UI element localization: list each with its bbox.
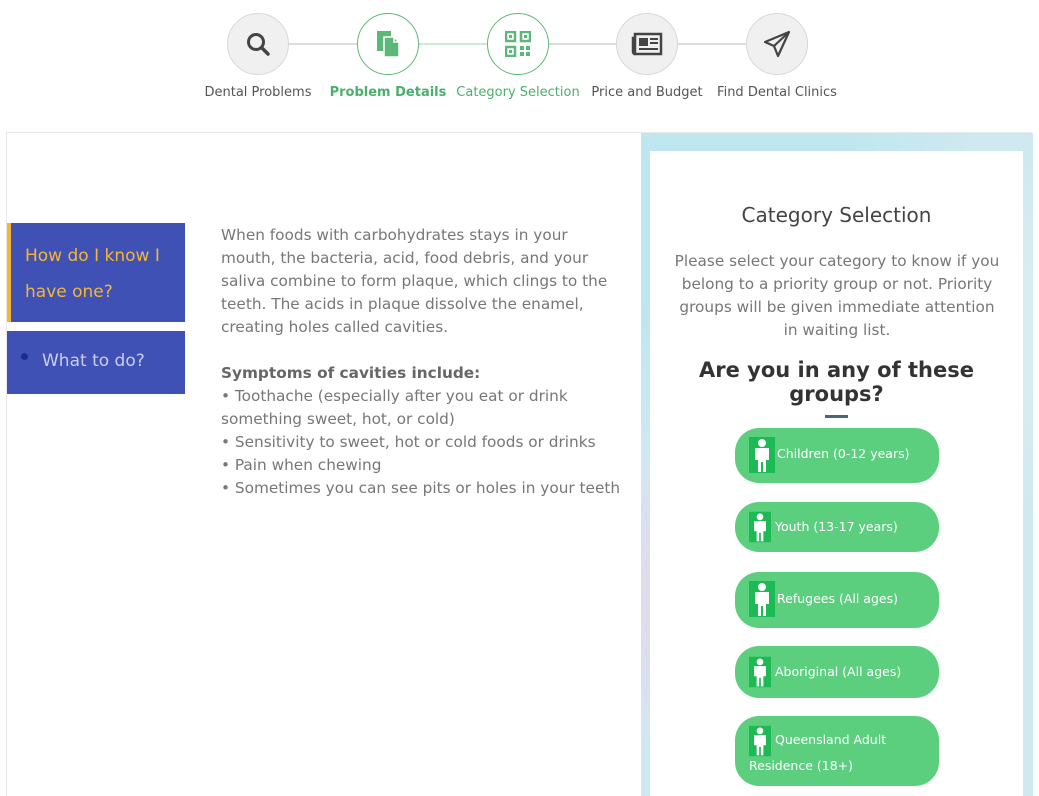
description-text: When foods with carbohydrates stays in y… — [221, 224, 621, 500]
tab-label: What to do? — [42, 351, 145, 371]
symptom-item: • Toothache (especially after you eat or… — [221, 387, 568, 428]
person-icon — [749, 437, 775, 473]
step-dental-problems[interactable]: Dental Problems — [183, 13, 333, 100]
panel-title: Category Selection — [741, 203, 932, 227]
step-price-budget[interactable]: Price and Budget — [572, 13, 722, 100]
step-circle — [616, 13, 678, 75]
qr-code-icon — [505, 31, 531, 57]
document-icon — [377, 31, 400, 58]
step-label: Find Dental Clinics — [717, 85, 837, 100]
panel-question: Are you in any of these groups? — [699, 358, 974, 406]
step-label: Problem Details — [329, 85, 447, 100]
paper-plane-icon — [763, 30, 791, 58]
group-label: Refugees (All ages) — [777, 591, 898, 606]
step-label: Price and Budget — [591, 85, 703, 100]
step-problem-details[interactable]: Problem Details — [313, 13, 463, 100]
divider — [825, 415, 848, 418]
group-button-aboriginal[interactable]: Aboriginal (All ages) — [735, 646, 939, 698]
tab-how-do-i-know[interactable]: How do I know I have one? — [7, 223, 185, 322]
step-circle — [357, 13, 419, 75]
symptom-item: • Sometimes you can see pits or holes in… — [221, 479, 621, 497]
group-label: Youth (13-17 years) — [775, 519, 898, 534]
person-icon — [749, 656, 771, 688]
step-find-clinics[interactable]: Find Dental Clinics — [702, 13, 852, 100]
bullet-icon — [21, 353, 28, 360]
step-category-selection[interactable]: Category Selection — [443, 13, 593, 100]
symptom-item: • Pain when chewing — [221, 456, 382, 474]
group-label: Aboriginal (All ages) — [775, 664, 902, 679]
step-label: Category Selection — [456, 85, 580, 100]
newspaper-icon — [631, 32, 663, 56]
search-icon — [247, 33, 270, 56]
symptom-item: • Sensitivity to sweet, hot or cold food… — [221, 433, 596, 451]
symptoms-title: Symptoms of cavities include: — [221, 364, 481, 382]
step-circle — [487, 13, 549, 75]
group-button-youth[interactable]: Youth (13-17 years) — [735, 502, 939, 552]
progress-stepper: Dental Problems Problem Details Category… — [0, 0, 1039, 132]
tab-label: How do I know I have one? — [25, 246, 160, 302]
tab-what-to-do[interactable]: What to do? — [7, 331, 185, 394]
group-button-refugees[interactable]: Refugees (All ages) — [735, 572, 939, 628]
group-label: Queensland Adult Residence (18+) — [749, 732, 887, 773]
step-label: Dental Problems — [204, 85, 312, 100]
person-icon — [749, 511, 771, 543]
step-circle — [746, 13, 808, 75]
group-button-children[interactable]: Children (0-12 years) — [735, 428, 939, 483]
step-circle — [227, 13, 289, 75]
category-panel: Category Selection Please select your ca… — [650, 151, 1023, 796]
description-paragraph: When foods with carbohydrates stays in y… — [221, 226, 608, 336]
panel-description: Please select your category to know if y… — [674, 252, 1000, 339]
group-button-queensland-adult[interactable]: Queensland Adult Residence (18+) — [735, 716, 939, 786]
group-label: Children (0-12 years) — [777, 446, 910, 461]
content-area: How do I know I have one? What to do? Wh… — [6, 132, 1033, 796]
person-icon — [749, 581, 775, 617]
